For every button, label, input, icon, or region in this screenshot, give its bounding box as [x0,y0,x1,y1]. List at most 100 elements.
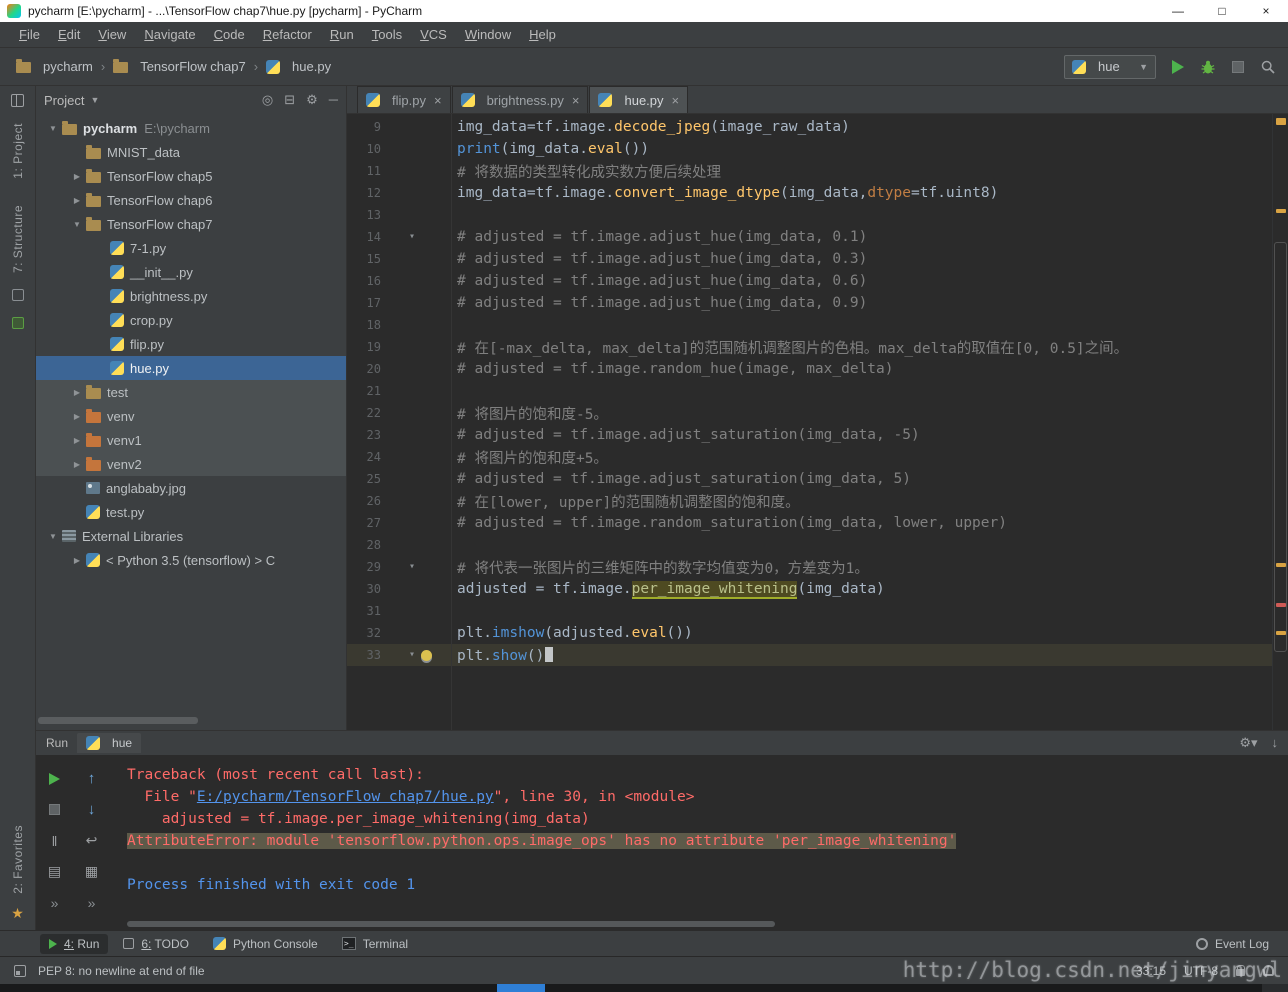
tree-item-tensorflow-chap7[interactable]: ▼TensorFlow chap7 [36,212,346,236]
stop-button[interactable] [49,804,60,815]
rerun-button[interactable] [49,773,60,785]
run-tab-hue[interactable]: hue [77,733,141,753]
toolwindow-grid-icon[interactable] [11,94,24,107]
line-number[interactable]: 23 [347,428,381,442]
tree-item-venv2[interactable]: ▶venv2 [36,452,346,476]
code-line-11[interactable]: 11# 将数据的类型转化成实数方便后续处理 [347,160,1272,182]
minimize-button[interactable]: — [1156,0,1200,22]
collapse-all-icon[interactable]: ⊟ [284,92,295,108]
stop-button[interactable] [1232,61,1244,73]
toolwindow-button-terminal[interactable]: Terminal [333,934,417,954]
code-line-15[interactable]: 15# adjusted = tf.image.adjust_hue(img_d… [347,248,1272,270]
code-line-18[interactable]: 18 [347,314,1272,336]
line-number[interactable]: 33 [347,648,381,662]
notifications-bell-icon[interactable] [1263,965,1274,976]
tree-item-tensorflow-chap6[interactable]: ▶TensorFlow chap6 [36,188,346,212]
menu-help[interactable]: Help [520,23,565,46]
code-line-17[interactable]: 17# adjusted = tf.image.adjust_hue(img_d… [347,292,1272,314]
restore-layout-button[interactable]: ▤ [48,863,61,880]
gear-icon[interactable]: ⚙ [306,92,318,108]
tree-item-test-py[interactable]: test.py [36,500,346,524]
line-number[interactable]: 12 [347,186,381,200]
line-number[interactable]: 18 [347,318,381,332]
fold-arrow-icon[interactable]: ▾ [409,562,415,572]
toolwindow-button-6-todo[interactable]: 6: TODO [114,934,198,954]
lock-icon[interactable] [1236,969,1245,976]
code-line-23[interactable]: 23# adjusted = tf.image.adjust_saturatio… [347,424,1272,446]
tree-item-pycharm[interactable]: ▼pycharmE:\pycharm [36,116,346,140]
more-actions-button[interactable]: » [88,895,96,911]
taskbar-tray[interactable] [1262,984,1288,992]
run-config-select[interactable]: hue ▼ [1064,55,1156,79]
code-line-27[interactable]: 27# adjusted = tf.image.random_saturatio… [347,512,1272,534]
file-encoding[interactable]: UTF-8 [1184,964,1218,978]
taskbar-app-button[interactable] [497,984,545,992]
favorites-star-icon[interactable]: ★ [11,906,24,920]
menu-run[interactable]: Run [321,23,363,46]
editor-scrollbar-thumb[interactable] [1274,242,1287,652]
caret-position[interactable]: 33:15 [1136,964,1166,978]
line-number[interactable]: 11 [347,164,381,178]
code-line-10[interactable]: 10print(img_data.eval()) [347,138,1272,160]
line-number[interactable]: 14 [347,230,381,244]
code-line-26[interactable]: 26# 在[lower, upper]的范围随机调整图的饱和度。 [347,490,1272,512]
line-number[interactable]: 19 [347,340,381,354]
line-number[interactable]: 27 [347,516,381,530]
code-line-32[interactable]: 32plt.imshow(adjusted.eval()) [347,622,1272,644]
console-file-link[interactable]: E:/pycharm/TensorFlow chap7/hue.py [197,789,494,805]
line-number[interactable]: 17 [347,296,381,310]
tree-collapse-arrow[interactable]: ▼ [44,124,62,133]
line-number[interactable]: 25 [347,472,381,486]
code-line-16[interactable]: 16# adjusted = tf.image.adjust_hue(img_d… [347,270,1272,292]
code-line-14[interactable]: 14▾# adjusted = tf.image.adjust_hue(img_… [347,226,1272,248]
close-tab-icon[interactable]: × [672,93,680,108]
tree-item-venv1[interactable]: ▶venv1 [36,428,346,452]
console-horizontal-scrollbar[interactable] [127,921,775,927]
pause-output-button[interactable]: ‖ [52,833,58,849]
line-number[interactable]: 30 [347,582,381,596]
fold-arrow-icon[interactable]: ▾ [409,232,415,242]
line-number[interactable]: 10 [347,142,381,156]
tree-item-flip-py[interactable]: flip.py [36,332,346,356]
tree-expand-arrow[interactable]: ▶ [68,172,86,181]
stripe-button-1-project[interactable]: 1: Project [11,123,25,179]
tree-item-hue-py[interactable]: hue.py [36,356,346,380]
menu-view[interactable]: View [89,23,135,46]
print-console-button[interactable]: ▦ [85,863,98,880]
code-line-29[interactable]: 29▾# 将代表一张图片的三维矩阵中的数字均值变为0，方差变为1。 [347,556,1272,578]
line-number[interactable]: 32 [347,626,381,640]
tree-collapse-arrow[interactable]: ▼ [68,220,86,229]
project-horizontal-scrollbar[interactable] [38,717,198,724]
tree-item-crop-py[interactable]: crop.py [36,308,346,332]
code-line-31[interactable]: 31 [347,600,1272,622]
code-line-13[interactable]: 13 [347,204,1272,226]
tree-expand-arrow[interactable]: ▶ [68,460,86,469]
menu-vcs[interactable]: VCS [411,23,456,46]
tree-item-test[interactable]: ▶test [36,380,346,404]
line-number[interactable]: 16 [347,274,381,288]
tree-item-mnist-data[interactable]: MNIST_data [36,140,346,164]
tree-item-7-1-py[interactable]: 7-1.py [36,236,346,260]
line-number[interactable]: 24 [347,450,381,464]
menu-refactor[interactable]: Refactor [254,23,321,46]
soft-wrap-button[interactable]: ↩ [86,832,98,849]
down-stack-trace-button[interactable]: ↓ [88,801,96,818]
code-line-28[interactable]: 28 [347,534,1272,556]
line-number[interactable]: 26 [347,494,381,508]
toggle-toolwindows-icon[interactable] [14,965,26,977]
toolwindow-button-python-console[interactable]: Python Console [204,934,327,954]
line-number[interactable]: 29 [347,560,381,574]
line-number[interactable]: 20 [347,362,381,376]
tree-item-init-py[interactable]: __init__.py [36,260,346,284]
code-line-24[interactable]: 24# 将图片的饱和度+5。 [347,446,1272,468]
hide-panel-icon[interactable]: ─ [329,92,338,108]
more-actions-button[interactable]: » [51,895,59,911]
up-stack-trace-button[interactable]: ↑ [88,770,96,787]
editor-tab-flip-py[interactable]: flip.py× [357,86,451,113]
tree-item-venv[interactable]: ▶venv [36,404,346,428]
breadcrumb-tensorflow-chap7[interactable]: TensorFlow chap7 [113,59,246,74]
run-console[interactable]: Traceback (most recent call last): File … [110,755,1288,930]
line-number[interactable]: 13 [347,208,381,222]
close-tab-icon[interactable]: × [572,93,580,108]
line-number[interactable]: 22 [347,406,381,420]
